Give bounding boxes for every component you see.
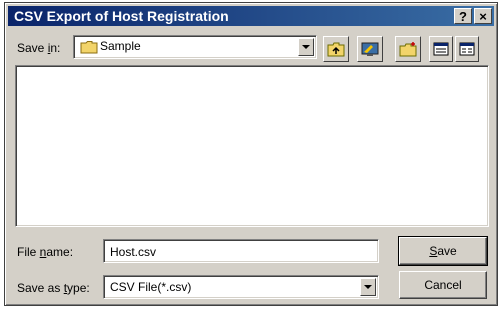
save-button[interactable]: Save	[398, 236, 488, 266]
save-in-combo[interactable]: Sample	[73, 35, 317, 59]
list-view-icon	[433, 42, 449, 56]
cancel-button[interactable]: Cancel	[399, 271, 487, 299]
save-in-dropdown-button[interactable]	[298, 38, 314, 56]
save-as-type-combo[interactable]: CSV File(*.csv)	[103, 275, 379, 299]
desktop-button[interactable]	[357, 36, 383, 62]
details-view-icon	[459, 42, 475, 56]
file-name-field[interactable]: Host.csv	[103, 239, 379, 263]
create-new-folder-button[interactable]	[395, 36, 421, 62]
file-list[interactable]	[15, 65, 489, 227]
save-in-label: Save in:	[17, 41, 61, 55]
help-icon: ?	[459, 8, 467, 24]
save-in-value: Sample	[100, 39, 141, 53]
save-as-type-label: Save as type:	[17, 281, 90, 295]
chevron-down-icon	[302, 44, 310, 49]
chevron-down-icon	[364, 284, 372, 289]
dialog-title: CSV Export of Host Registration	[14, 8, 229, 24]
details-view-button[interactable]	[455, 36, 479, 62]
up-one-level-button[interactable]	[323, 36, 349, 62]
new-folder-icon	[399, 42, 417, 57]
close-icon: ×	[479, 8, 487, 24]
file-name-value: Host.csv	[110, 245, 157, 259]
title-bar: CSV Export of Host Registration ? ×	[8, 6, 494, 26]
close-button[interactable]: ×	[474, 8, 492, 24]
save-as-type-dropdown-button[interactable]	[360, 278, 376, 296]
desktop-icon	[361, 42, 379, 56]
file-name-label: File name:	[17, 245, 74, 259]
help-button[interactable]: ?	[454, 8, 472, 24]
up-folder-icon	[327, 42, 345, 57]
list-view-button[interactable]	[429, 36, 453, 62]
save-dialog: CSV Export of Host Registration ? × Save…	[4, 2, 498, 306]
save-as-type-value: CSV File(*.csv)	[110, 280, 192, 294]
folder-icon	[80, 40, 98, 59]
